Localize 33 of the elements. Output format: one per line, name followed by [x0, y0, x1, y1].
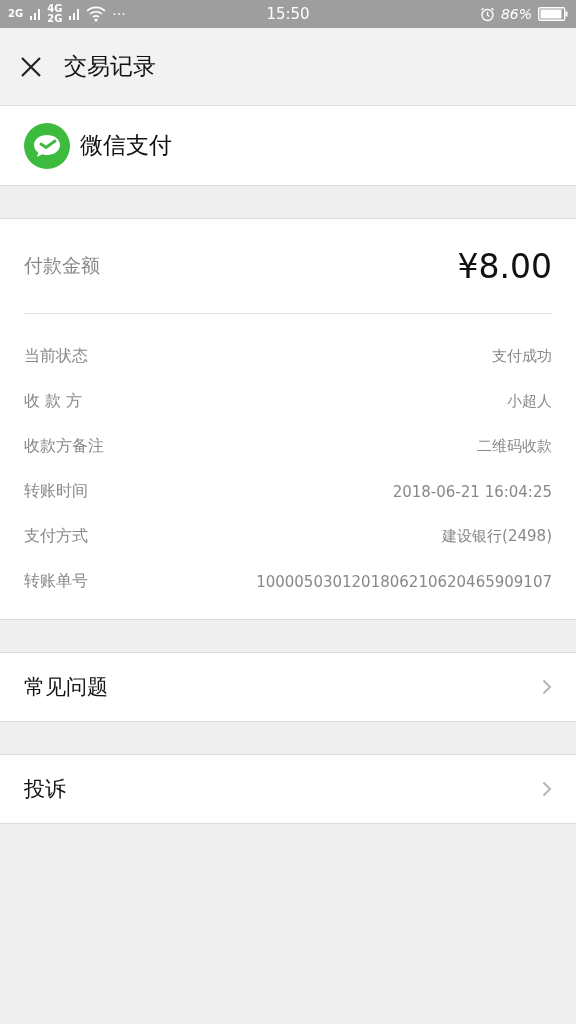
page-title: 交易记录 — [64, 52, 156, 81]
alarm-icon — [479, 6, 495, 22]
detail-value: 1000050301201806210620465909107 — [256, 572, 552, 591]
detail-label: 转账时间 — [24, 481, 88, 502]
more-indicator: ··· — [112, 6, 126, 22]
signal-icon — [29, 8, 42, 20]
chevron-right-icon — [542, 679, 552, 695]
menu-item[interactable]: 常见问题 — [0, 652, 576, 722]
detail-label: 支付方式 — [24, 526, 88, 547]
detail-value: 支付成功 — [492, 347, 552, 366]
close-icon — [20, 55, 42, 78]
status-time: 15:50 — [266, 5, 310, 23]
detail-value: 二维码收款 — [477, 437, 552, 456]
detail-label: 收 款 方 — [24, 391, 83, 412]
amount-label: 付款金额 — [24, 253, 100, 278]
battery-icon — [538, 7, 568, 21]
detail-label: 转账单号 — [24, 571, 88, 592]
network-label: 2G — [8, 9, 24, 19]
chevron-right-icon — [542, 781, 552, 797]
signal-icon — [68, 8, 81, 20]
detail-value: 建设银行(2498) — [442, 527, 552, 546]
network-label: 4G — [47, 4, 63, 14]
wifi-icon — [86, 6, 107, 22]
detail-label: 当前状态 — [24, 346, 88, 367]
network-label: 2G — [47, 14, 63, 24]
battery-percent: 86% — [500, 6, 532, 22]
detail-value: 小超人 — [507, 392, 552, 411]
menu-item[interactable]: 投诉 — [0, 754, 576, 824]
detail-label: 收款方备注 — [24, 436, 104, 457]
chat-bubble-logo-icon — [24, 122, 70, 169]
amount-value: ¥8.00 — [457, 246, 552, 286]
merchant-name: 微信支付 — [80, 131, 172, 160]
detail-value: 2018-06-21 16:04:25 — [392, 482, 552, 501]
